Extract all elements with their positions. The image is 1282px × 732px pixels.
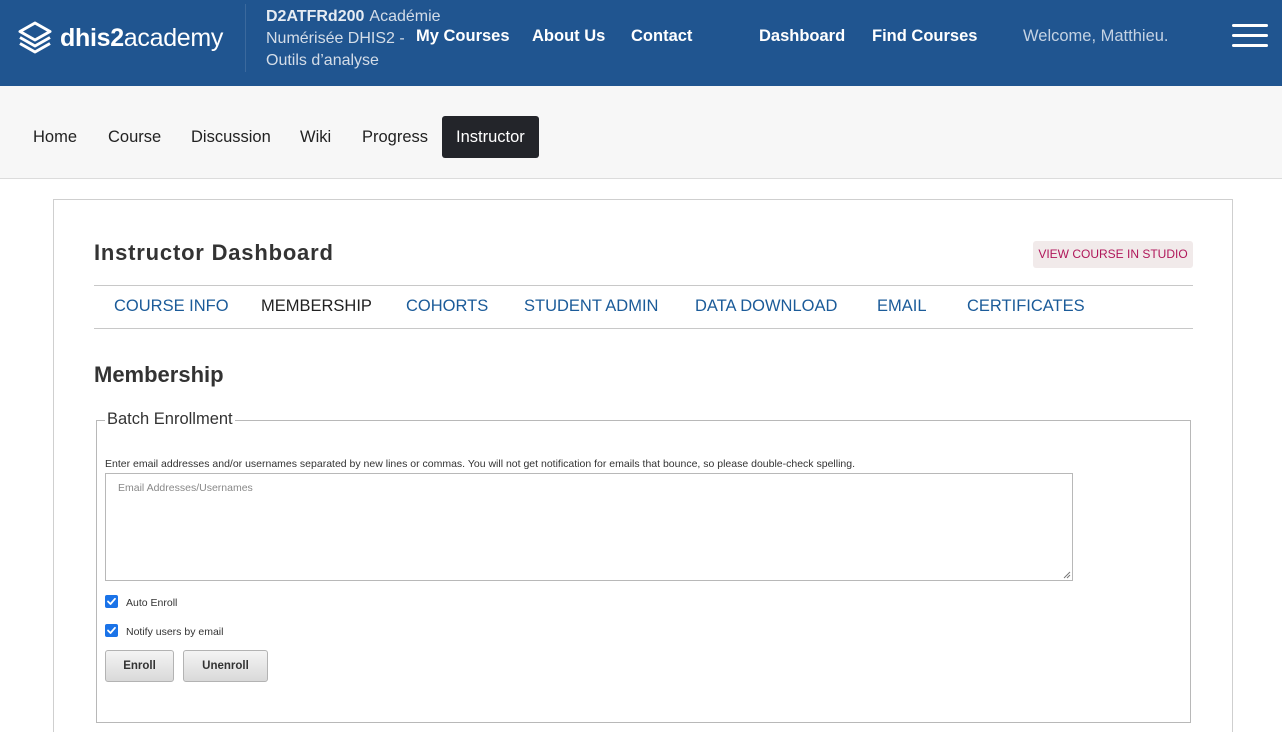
tab-course-info[interactable]: COURSE INFO xyxy=(114,297,229,316)
batch-enrollment-fieldset: Batch Enrollment Enter email addresses a… xyxy=(96,410,1191,723)
auto-enroll-checkbox[interactable] xyxy=(105,594,118,608)
course-tab-progress[interactable]: Progress xyxy=(348,116,442,158)
batch-enrollment-legend: Batch Enrollment xyxy=(105,410,235,429)
site-header: dhis2academy D2ATFRd200 Académie Numérisé… xyxy=(0,0,1282,86)
logo-wordmark: dhis2academy xyxy=(60,24,223,53)
nav-dashboard[interactable]: Dashboard xyxy=(759,27,845,46)
email-usernames-input[interactable] xyxy=(105,473,1073,581)
nav-my-courses[interactable]: My Courses xyxy=(416,27,510,46)
auto-enroll-checkbox-row[interactable]: Auto Enroll xyxy=(105,594,178,609)
logo-brand-light: academy xyxy=(123,23,224,52)
course-navigation: Home Course Discussion Wiki Progress Ins… xyxy=(0,86,1282,179)
course-title: D2ATFRd200 Académie Numérisée DHIS2 - Out… xyxy=(266,6,441,72)
tab-student-admin[interactable]: STUDENT ADMIN xyxy=(524,297,658,316)
section-title: Membership xyxy=(94,362,224,387)
welcome-message: Welcome, Matthieu. xyxy=(1023,27,1169,45)
view-in-studio-button[interactable]: VIEW COURSE IN STUDIO xyxy=(1033,241,1193,268)
auto-enroll-label: Auto Enroll xyxy=(126,597,178,609)
course-code: D2ATFRd200 xyxy=(266,8,365,25)
page-title: Instructor Dashboard xyxy=(94,240,334,265)
checkmark-icon xyxy=(107,597,116,605)
tab-email[interactable]: EMAIL xyxy=(877,297,927,316)
dhis2-layers-icon xyxy=(18,21,52,54)
enroll-button[interactable]: Enroll xyxy=(105,650,174,682)
course-tab-discussion[interactable]: Discussion xyxy=(177,116,285,158)
batch-instructions: Enter email addresses and/or usernames s… xyxy=(105,458,856,470)
tab-membership[interactable]: MEMBERSHIP xyxy=(261,297,372,316)
tab-data-download[interactable]: DATA DOWNLOAD xyxy=(695,297,837,316)
tab-cohorts[interactable]: COHORTS xyxy=(406,297,488,316)
nav-find-courses[interactable]: Find Courses xyxy=(872,27,977,46)
notify-users-label: Notify users by email xyxy=(126,626,224,638)
nav-about-us[interactable]: About Us xyxy=(532,27,605,46)
course-tab-home[interactable]: Home xyxy=(19,116,91,158)
course-tab-instructor[interactable]: Instructor xyxy=(442,116,539,158)
notify-users-checkbox-row[interactable]: Notify users by email xyxy=(105,623,224,638)
instructor-tabs: COURSE INFO MEMBERSHIP COHORTS STUDENT A… xyxy=(94,285,1193,329)
nav-contact[interactable]: Contact xyxy=(631,27,692,46)
course-tab-course[interactable]: Course xyxy=(94,116,175,158)
notify-users-checkbox[interactable] xyxy=(105,623,118,637)
site-logo[interactable]: dhis2academy xyxy=(17,20,223,56)
hamburger-menu-icon[interactable] xyxy=(1232,24,1268,50)
resize-grip-icon[interactable] xyxy=(1062,570,1071,579)
instructor-dashboard-panel: Instructor Dashboard VIEW COURSE IN STUD… xyxy=(53,199,1233,732)
course-tab-wiki[interactable]: Wiki xyxy=(286,116,345,158)
unenroll-button[interactable]: Unenroll xyxy=(183,650,268,682)
checkmark-icon xyxy=(107,626,116,634)
header-divider xyxy=(245,4,246,72)
tab-certificates[interactable]: CERTIFICATES xyxy=(967,297,1085,316)
logo-brand-bold: dhis2 xyxy=(60,23,124,52)
